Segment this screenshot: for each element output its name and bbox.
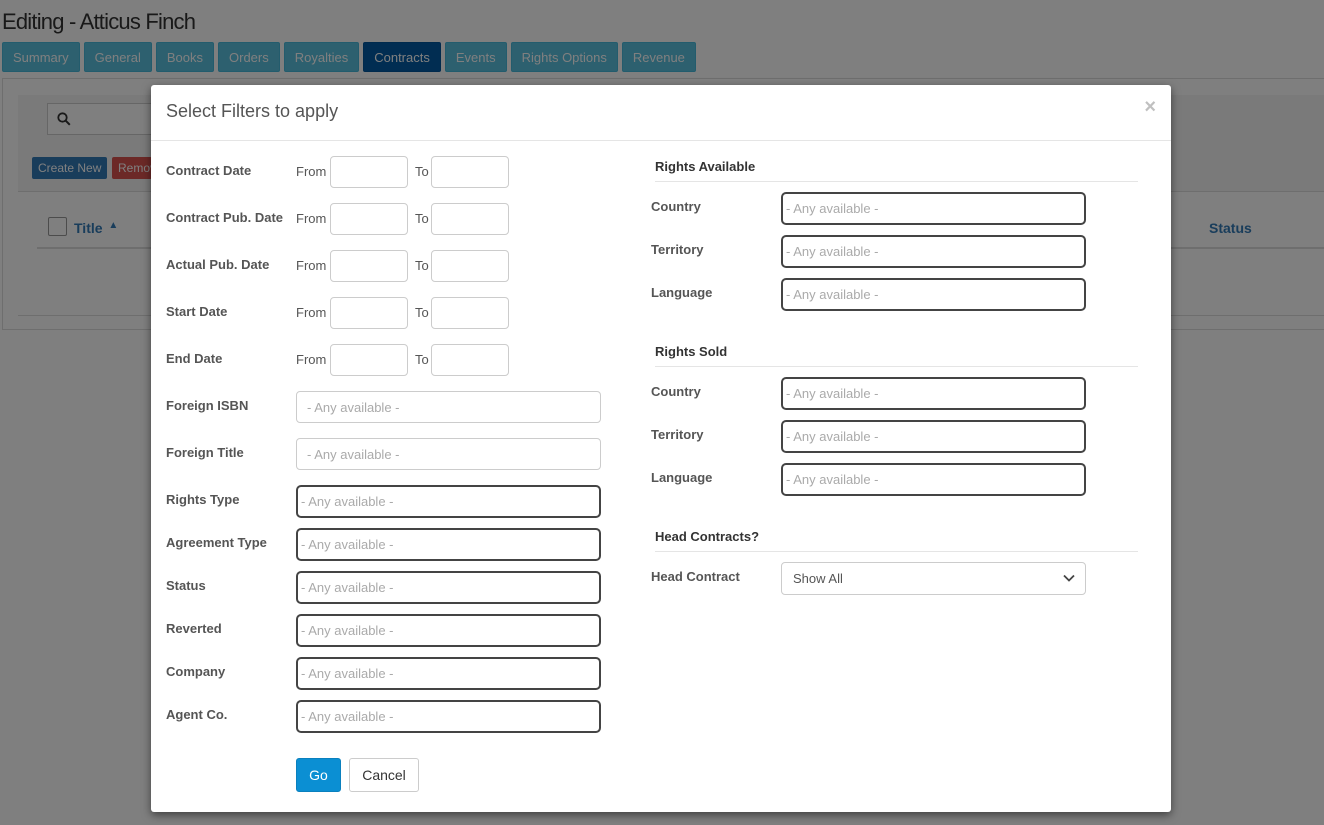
rights-available-language-label: Language [651,285,713,300]
actual-pub-date-to-input[interactable] [431,250,509,282]
contract-date-to-input[interactable] [431,156,509,188]
contract-pub-date-label: Contract Pub. Date [166,210,284,225]
contract-pub-date-from-label: From [296,211,327,226]
reverted-label: Reverted [166,621,222,636]
rights-sold-territory-input[interactable] [781,420,1086,453]
start-date-label: Start Date [166,304,228,319]
contract-date-from-label: From [296,164,327,179]
head-contract-selected-value: Show All [793,571,843,586]
rights-type-input[interactable] [296,485,601,518]
rights-sold-heading: Rights Sold [655,344,1138,367]
rights-sold-country-input[interactable] [781,377,1086,410]
rights-available-country-label: Country [651,199,701,214]
agreement-type-label: Agreement Type [166,535,267,550]
head-contracts-heading: Head Contracts? [655,529,1138,552]
reverted-input[interactable] [296,614,601,647]
filter-modal: Select Filters to apply × Contract Date … [151,85,1171,812]
chevron-down-icon [1063,574,1075,582]
rights-available-territory-input[interactable] [781,235,1086,268]
foreign-isbn-label: Foreign ISBN [166,398,249,413]
end-date-to-input[interactable] [431,344,509,376]
head-contract-label: Head Contract [651,569,740,584]
status-input[interactable] [296,571,601,604]
rights-sold-country-label: Country [651,384,701,399]
agent-co-label: Agent Co. [166,707,228,722]
start-date-to-input[interactable] [431,297,509,329]
start-date-from-label: From [296,305,327,320]
rights-available-heading: Rights Available [655,159,1138,182]
go-button[interactable]: Go [296,758,341,792]
modal-header: Select Filters to apply × [151,85,1171,141]
agent-co-input[interactable] [296,700,601,733]
contract-pub-date-to-input[interactable] [431,203,509,235]
actual-pub-date-label: Actual Pub. Date [166,257,270,272]
end-date-from-label: From [296,352,327,367]
rights-sold-language-input[interactable] [781,463,1086,496]
company-input[interactable] [296,657,601,690]
end-date-to-label: To [415,352,429,367]
rights-available-country-input[interactable] [781,192,1086,225]
end-date-label: End Date [166,351,223,366]
cancel-button[interactable]: Cancel [349,758,419,792]
rights-sold-territory-label: Territory [651,427,704,442]
actual-pub-date-from-label: From [296,258,327,273]
actual-pub-date-from-input[interactable] [330,250,408,282]
status-label: Status [166,578,206,593]
actual-pub-date-to-label: To [415,258,429,273]
company-label: Company [166,664,226,679]
close-icon[interactable]: × [1144,97,1156,117]
head-contract-select[interactable]: Show All [781,562,1086,595]
rights-available-territory-label: Territory [651,242,704,257]
rights-sold-language-label: Language [651,470,713,485]
contract-date-from-input[interactable] [330,156,408,188]
contract-pub-date-to-label: To [415,211,429,226]
modal-title: Select Filters to apply [166,101,339,121]
rights-available-language-input[interactable] [781,278,1086,311]
contract-date-to-label: To [415,164,429,179]
contract-pub-date-from-input[interactable] [330,203,408,235]
agreement-type-input[interactable] [296,528,601,561]
contract-date-label: Contract Date [166,163,252,178]
foreign-isbn-input[interactable] [296,391,601,423]
end-date-from-input[interactable] [330,344,408,376]
rights-type-label: Rights Type [166,492,240,507]
start-date-from-input[interactable] [330,297,408,329]
start-date-to-label: To [415,305,429,320]
foreign-title-label: Foreign Title [166,445,244,460]
foreign-title-input[interactable] [296,438,601,470]
